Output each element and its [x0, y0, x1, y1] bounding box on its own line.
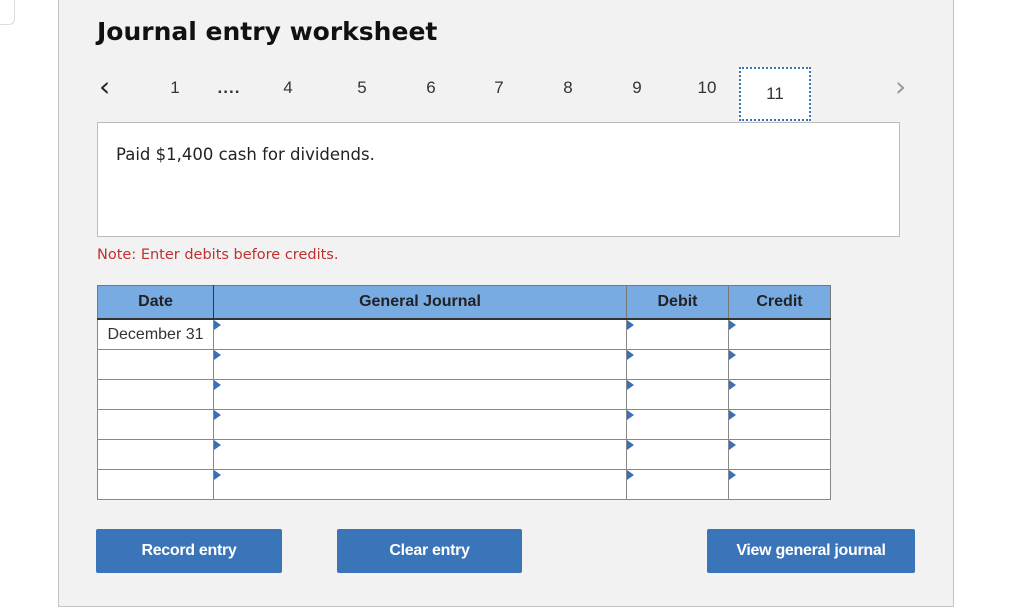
chevron-right-icon[interactable]: › — [895, 72, 906, 102]
credit-input-cell[interactable] — [728, 409, 831, 440]
table-row — [97, 349, 831, 380]
account-input[interactable] — [214, 350, 626, 379]
debit-input[interactable] — [627, 320, 728, 349]
pager-item-10[interactable]: 10 — [692, 70, 722, 106]
pager-item-4[interactable]: 4 — [278, 70, 298, 106]
account-input-cell[interactable] — [213, 409, 627, 440]
chevron-left-icon[interactable]: ‹ — [99, 72, 110, 102]
clear-entry-button[interactable]: Clear entry — [337, 529, 522, 573]
table-row — [97, 469, 831, 500]
transaction-description: Paid $1,400 cash for dividends. — [116, 145, 375, 164]
table-row — [97, 439, 831, 470]
account-input-cell[interactable] — [213, 439, 627, 470]
debit-input[interactable] — [627, 350, 728, 379]
credit-input[interactable] — [729, 350, 830, 379]
credit-input-cell[interactable] — [728, 379, 831, 410]
header-general-journal: General Journal — [213, 285, 627, 320]
transaction-description-box: Paid $1,400 cash for dividends. — [97, 122, 900, 237]
account-input-cell[interactable] — [213, 469, 627, 500]
pager: ‹ 1 .... 4 5 6 7 8 9 10 11 › — [95, 67, 915, 122]
debit-input[interactable] — [627, 380, 728, 409]
pager-item-8[interactable]: 8 — [558, 70, 578, 106]
debit-input-cell[interactable] — [626, 469, 729, 500]
date-cell — [97, 409, 214, 440]
debit-input-cell[interactable] — [626, 439, 729, 470]
date-cell — [97, 349, 214, 380]
header-date: Date — [97, 285, 214, 320]
worksheet-panel: Journal entry worksheet ‹ 1 .... 4 5 6 7… — [58, 0, 954, 607]
credit-input-cell[interactable] — [728, 469, 831, 500]
pager-ellipsis: .... — [217, 78, 241, 97]
account-input[interactable] — [214, 320, 626, 349]
credit-input-cell[interactable] — [728, 318, 831, 350]
credit-input-cell[interactable] — [728, 439, 831, 470]
pager-item-11-current[interactable]: 11 — [739, 67, 811, 121]
pager-item-7[interactable]: 7 — [489, 70, 509, 106]
debit-input[interactable] — [627, 440, 728, 469]
account-input[interactable] — [214, 380, 626, 409]
pager-item-6[interactable]: 6 — [421, 70, 441, 106]
account-input[interactable] — [214, 410, 626, 439]
credit-input[interactable] — [729, 440, 830, 469]
date-cell — [97, 469, 214, 500]
page-title: Journal entry worksheet — [97, 17, 438, 46]
credit-input-cell[interactable] — [728, 349, 831, 380]
pager-item-1[interactable]: 1 — [165, 70, 185, 106]
table-row: December 31 — [97, 318, 831, 350]
debit-input-cell[interactable] — [626, 349, 729, 380]
date-cell — [97, 379, 214, 410]
account-input[interactable] — [214, 440, 626, 469]
instruction-note: Note: Enter debits before credits. — [97, 247, 339, 263]
table-row — [97, 409, 831, 440]
date-cell — [97, 439, 214, 470]
view-general-journal-button[interactable]: View general journal — [707, 529, 915, 573]
debit-input[interactable] — [627, 470, 728, 499]
debit-input[interactable] — [627, 410, 728, 439]
account-input-cell[interactable] — [213, 318, 627, 350]
pager-item-5[interactable]: 5 — [352, 70, 372, 106]
credit-input[interactable] — [729, 380, 830, 409]
credit-input[interactable] — [729, 320, 830, 349]
header-credit: Credit — [728, 285, 831, 320]
debit-input-cell[interactable] — [626, 409, 729, 440]
debit-input-cell[interactable] — [626, 379, 729, 410]
table-header-row: Date General Journal Debit Credit — [97, 285, 831, 320]
credit-input[interactable] — [729, 410, 830, 439]
table-row — [97, 379, 831, 410]
account-input-cell[interactable] — [213, 379, 627, 410]
date-cell: December 31 — [97, 318, 214, 350]
account-input[interactable] — [214, 470, 626, 499]
header-debit: Debit — [626, 285, 729, 320]
debit-input-cell[interactable] — [626, 318, 729, 350]
account-input-cell[interactable] — [213, 349, 627, 380]
pager-item-9[interactable]: 9 — [627, 70, 647, 106]
record-entry-button[interactable]: Record entry — [96, 529, 282, 573]
window-corner — [0, 0, 15, 25]
journal-table: Date General Journal Debit Credit Decemb… — [97, 285, 831, 500]
credit-input[interactable] — [729, 470, 830, 499]
